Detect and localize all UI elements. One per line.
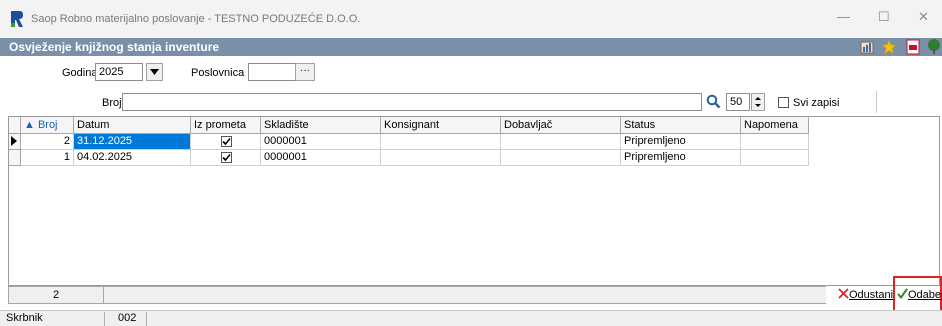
godina-label: Godina [62, 67, 98, 79]
close-x-icon [838, 288, 849, 299]
cell-dobavljac[interactable] [501, 134, 621, 150]
grid-header: ▲ Broj Datum Iz prometa Skladište Konsig… [9, 117, 809, 134]
poslovnica-lookup-button[interactable]: ··· [295, 63, 315, 81]
column-header-skladiste[interactable]: Skladište [261, 117, 381, 134]
cell-napomena[interactable] [741, 134, 809, 150]
maximize-button[interactable]: ☐ [878, 9, 890, 25]
spinner-arrows-icon [755, 97, 761, 107]
checkmark-icon [222, 153, 231, 162]
current-row-indicator [9, 134, 21, 150]
iz-prometa-checkbox[interactable] [221, 136, 232, 147]
godina-dropdown-button[interactable] [146, 63, 163, 81]
record-count: 2 [8, 286, 104, 304]
panel-title: Osvježenje knjižnog stanja inventure [9, 40, 220, 54]
column-header-iz-prometa[interactable]: Iz prometa [191, 117, 261, 134]
minimize-button[interactable]: — [837, 9, 850, 24]
chart-icon[interactable] [859, 39, 875, 55]
cell-broj[interactable]: 1 [21, 150, 74, 166]
limit-input[interactable]: 50 [726, 93, 750, 111]
row-pointer-icon [11, 136, 17, 146]
status-divider [146, 312, 147, 326]
star-icon[interactable] [881, 39, 897, 55]
cell-skladiste[interactable]: 0000001 [261, 150, 381, 166]
ellipsis-icon: ··· [300, 65, 310, 76]
limit-spinner[interactable] [751, 93, 765, 111]
cell-iz-prometa[interactable] [191, 134, 261, 150]
cancel-label: Odustani [849, 289, 894, 301]
grid-footer [104, 286, 826, 304]
cell-konsignant[interactable] [381, 150, 501, 166]
column-header-datum[interactable]: Datum [74, 117, 191, 134]
broj-label: Broj [102, 97, 122, 109]
cell-status[interactable]: Pripremljeno [621, 134, 741, 150]
column-header-status[interactable]: Status [621, 117, 741, 134]
window-title: Saop Robno materijalno poslovanje - TEST… [31, 13, 361, 25]
column-header-konsignant[interactable]: Konsignant [381, 117, 501, 134]
svi-zapisi-label: Svi zapisi [793, 97, 840, 109]
checkmark-icon [897, 288, 908, 300]
cell-skladiste[interactable]: 0000001 [261, 134, 381, 150]
status-label: Skrbnik [6, 312, 43, 324]
iz-prometa-checkbox[interactable] [221, 152, 232, 163]
chevron-down-icon [150, 69, 159, 75]
checkmark-icon [222, 137, 231, 146]
cell-broj[interactable]: 2 [21, 134, 74, 150]
search-icon[interactable] [706, 94, 721, 109]
cell-datum-selected[interactable]: 31.12.2025 [74, 134, 191, 150]
app-logo-icon [11, 11, 23, 27]
broj-search-input[interactable] [122, 93, 702, 111]
poslovnica-input[interactable] [248, 63, 296, 81]
header-indicator [9, 117, 21, 134]
poslovnica-label: Poslovnica [191, 67, 245, 79]
godina-select[interactable]: 2025 [95, 63, 143, 81]
window-titlebar: Saop Robno materijalno poslovanje - TEST… [0, 0, 942, 38]
column-header-napomena[interactable]: Napomena [741, 117, 809, 134]
select-button[interactable]: Odaberi [897, 288, 942, 306]
tree-icon[interactable] [926, 39, 942, 55]
cell-status[interactable]: Pripremljeno [621, 150, 741, 166]
toolbar-divider [876, 91, 877, 113]
cancel-button[interactable]: Odustani [838, 288, 893, 306]
status-value: 002 [118, 312, 137, 324]
status-divider [104, 312, 105, 326]
cell-konsignant[interactable] [381, 134, 501, 150]
close-button[interactable]: ✕ [918, 9, 929, 25]
svi-zapisi-checkbox[interactable] [778, 97, 789, 108]
cell-napomena[interactable] [741, 150, 809, 166]
column-header-dobavljac[interactable]: Dobavljač [501, 117, 621, 134]
row-indicator [9, 150, 21, 166]
column-header-broj[interactable]: ▲ Broj [21, 117, 74, 134]
cell-datum[interactable]: 04.02.2025 [74, 150, 191, 166]
status-bar: Skrbnik 002 [0, 310, 942, 326]
select-label: Odaberi [908, 289, 942, 301]
inventory-grid: ▲ Broj Datum Iz prometa Skladište Konsig… [8, 116, 940, 286]
pdf-icon[interactable] [905, 39, 921, 55]
cell-iz-prometa[interactable] [191, 150, 261, 166]
panel-header: Osvježenje knjižnog stanja inventure [0, 38, 942, 56]
cell-dobavljac[interactable] [501, 150, 621, 166]
